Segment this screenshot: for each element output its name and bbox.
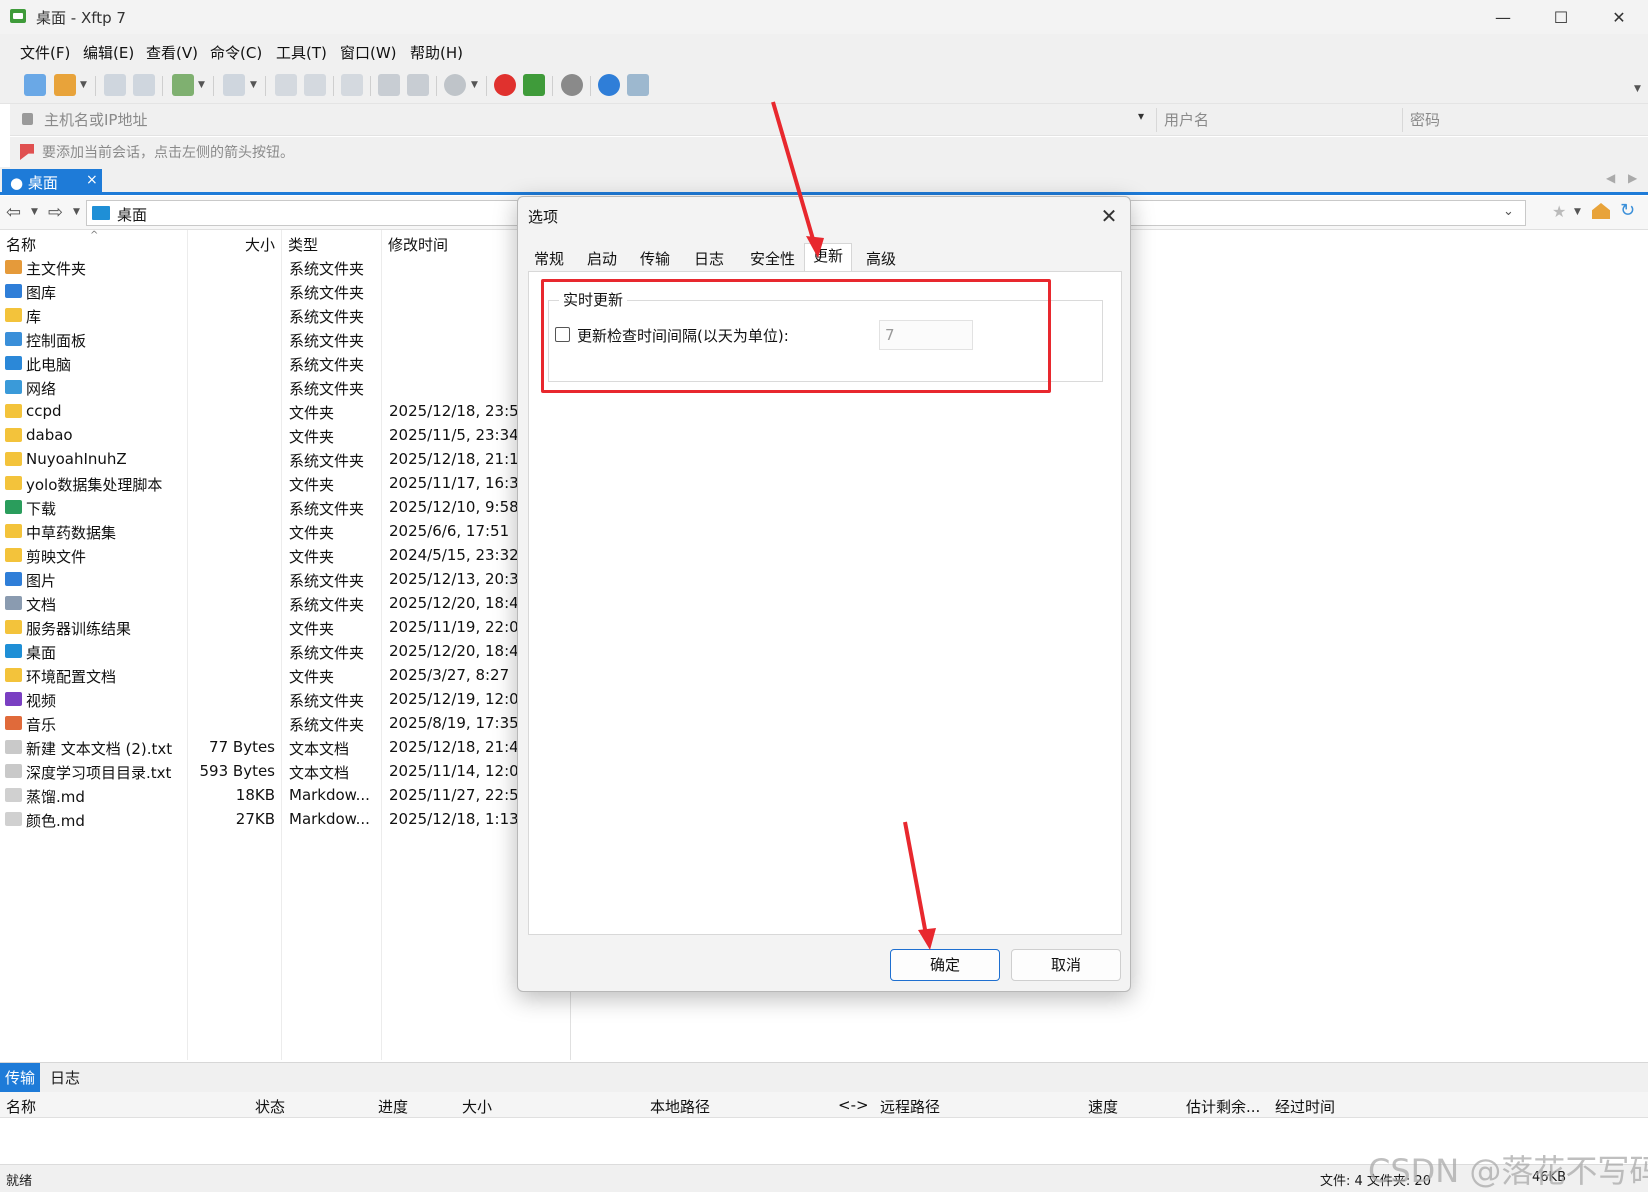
arrow-head-update-tab (806, 236, 824, 258)
arrow-head-ok-button (918, 928, 936, 950)
annotation-arrows (771, 101, 936, 950)
arrow-to-ok-button (903, 821, 929, 941)
arrow-to-update-tab (771, 101, 817, 247)
csdn-watermark: CSDN @落花不写码 (1368, 1152, 1648, 1190)
xftp-window: 桌面 - Xftp 7 — ☐ ✕ 文件(F) 编辑(E) 查看(V) 命令(C… (0, 0, 1648, 1192)
